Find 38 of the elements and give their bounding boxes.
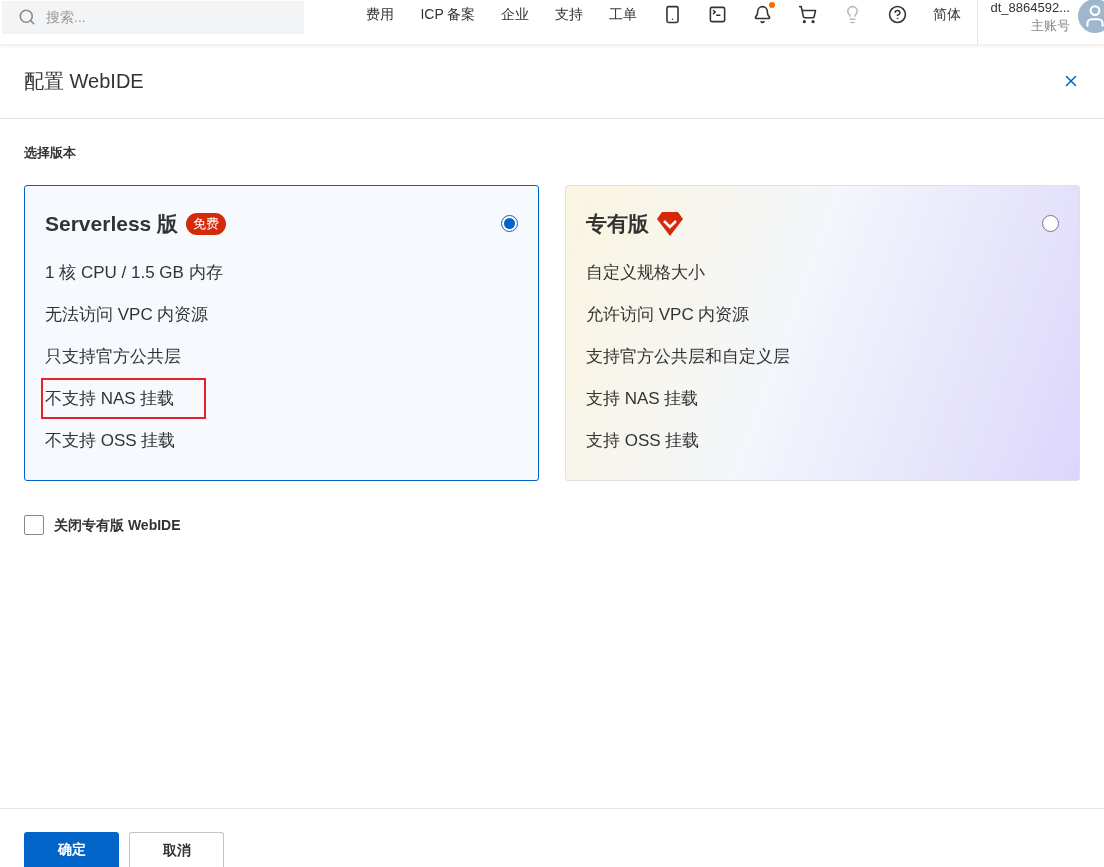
free-tag: 免费 bbox=[186, 212, 227, 235]
nav-link[interactable]: ICP 备案 bbox=[420, 3, 476, 25]
nav-link[interactable]: 费用 bbox=[366, 3, 395, 25]
feature-text: 支持官方公共层和自定义层 bbox=[586, 345, 790, 368]
terminal-icon[interactable] bbox=[708, 4, 728, 24]
confirm-button[interactable]: 确定 bbox=[24, 832, 119, 867]
account-role: 主账号 bbox=[1031, 17, 1070, 35]
search-field[interactable]: 搜索... bbox=[2, 0, 304, 34]
feature-text: 不支持 OSS 挂载 bbox=[45, 429, 176, 452]
feature-text: 1 核 CPU / 1.5 GB 内存 bbox=[45, 261, 223, 284]
checkbox-label: 关闭专有版 WebIDE bbox=[54, 515, 181, 535]
plan-card[interactable]: Serverless 版 免费 1 核 CPU / 1.5 GB 内存 无法访问 VPC 内资源 只支持官方公共层 不支持 NAS 挂载 不支持 OSS 挂载 bbox=[24, 184, 539, 481]
language-link[interactable]: 简体 bbox=[933, 3, 962, 25]
feature-text: 支持 OSS 挂载 bbox=[586, 429, 700, 452]
plan-card[interactable]: 专有版 自定义规格大小 允许访问 VPC 内资源 支持官方公共层和自定义层 支持 NAS 挂载 支持 OSS 挂载 bbox=[565, 184, 1080, 481]
bell-icon[interactable] bbox=[753, 4, 773, 24]
dialog-title: 配置 WebIDE bbox=[24, 69, 144, 94]
nav-link[interactable]: 支持 bbox=[555, 3, 584, 25]
nav-link[interactable]: 工单 bbox=[609, 3, 638, 25]
feature-text: 支持 NAS 挂载 bbox=[586, 387, 699, 410]
radio-button[interactable] bbox=[501, 215, 518, 232]
checkbox[interactable] bbox=[24, 515, 44, 535]
feature-text: 无法访问 VPC 内资源 bbox=[45, 303, 209, 326]
plan-name: 专有版 bbox=[586, 210, 649, 237]
feature-text: 只支持官方公共层 bbox=[45, 345, 181, 368]
nav-link[interactable]: 企业 bbox=[501, 3, 530, 25]
feature-text: 自定义规格大小 bbox=[586, 261, 705, 284]
diamond-icon bbox=[657, 211, 683, 236]
feature-text: 不支持 NAS 挂载 bbox=[41, 377, 207, 420]
section-label: 选择版本 bbox=[24, 144, 77, 162]
radio-button[interactable] bbox=[1042, 215, 1059, 232]
feature-text: 允许访问 VPC 内资源 bbox=[586, 303, 750, 326]
plan-name: Serverless 版 bbox=[45, 210, 179, 237]
user-name[interactable]: dt_8864592... bbox=[990, 0, 1070, 17]
cart-icon[interactable] bbox=[798, 4, 818, 24]
help-icon[interactable] bbox=[888, 4, 908, 24]
search-icon bbox=[18, 8, 36, 26]
cancel-button[interactable]: 取消 bbox=[129, 832, 224, 867]
